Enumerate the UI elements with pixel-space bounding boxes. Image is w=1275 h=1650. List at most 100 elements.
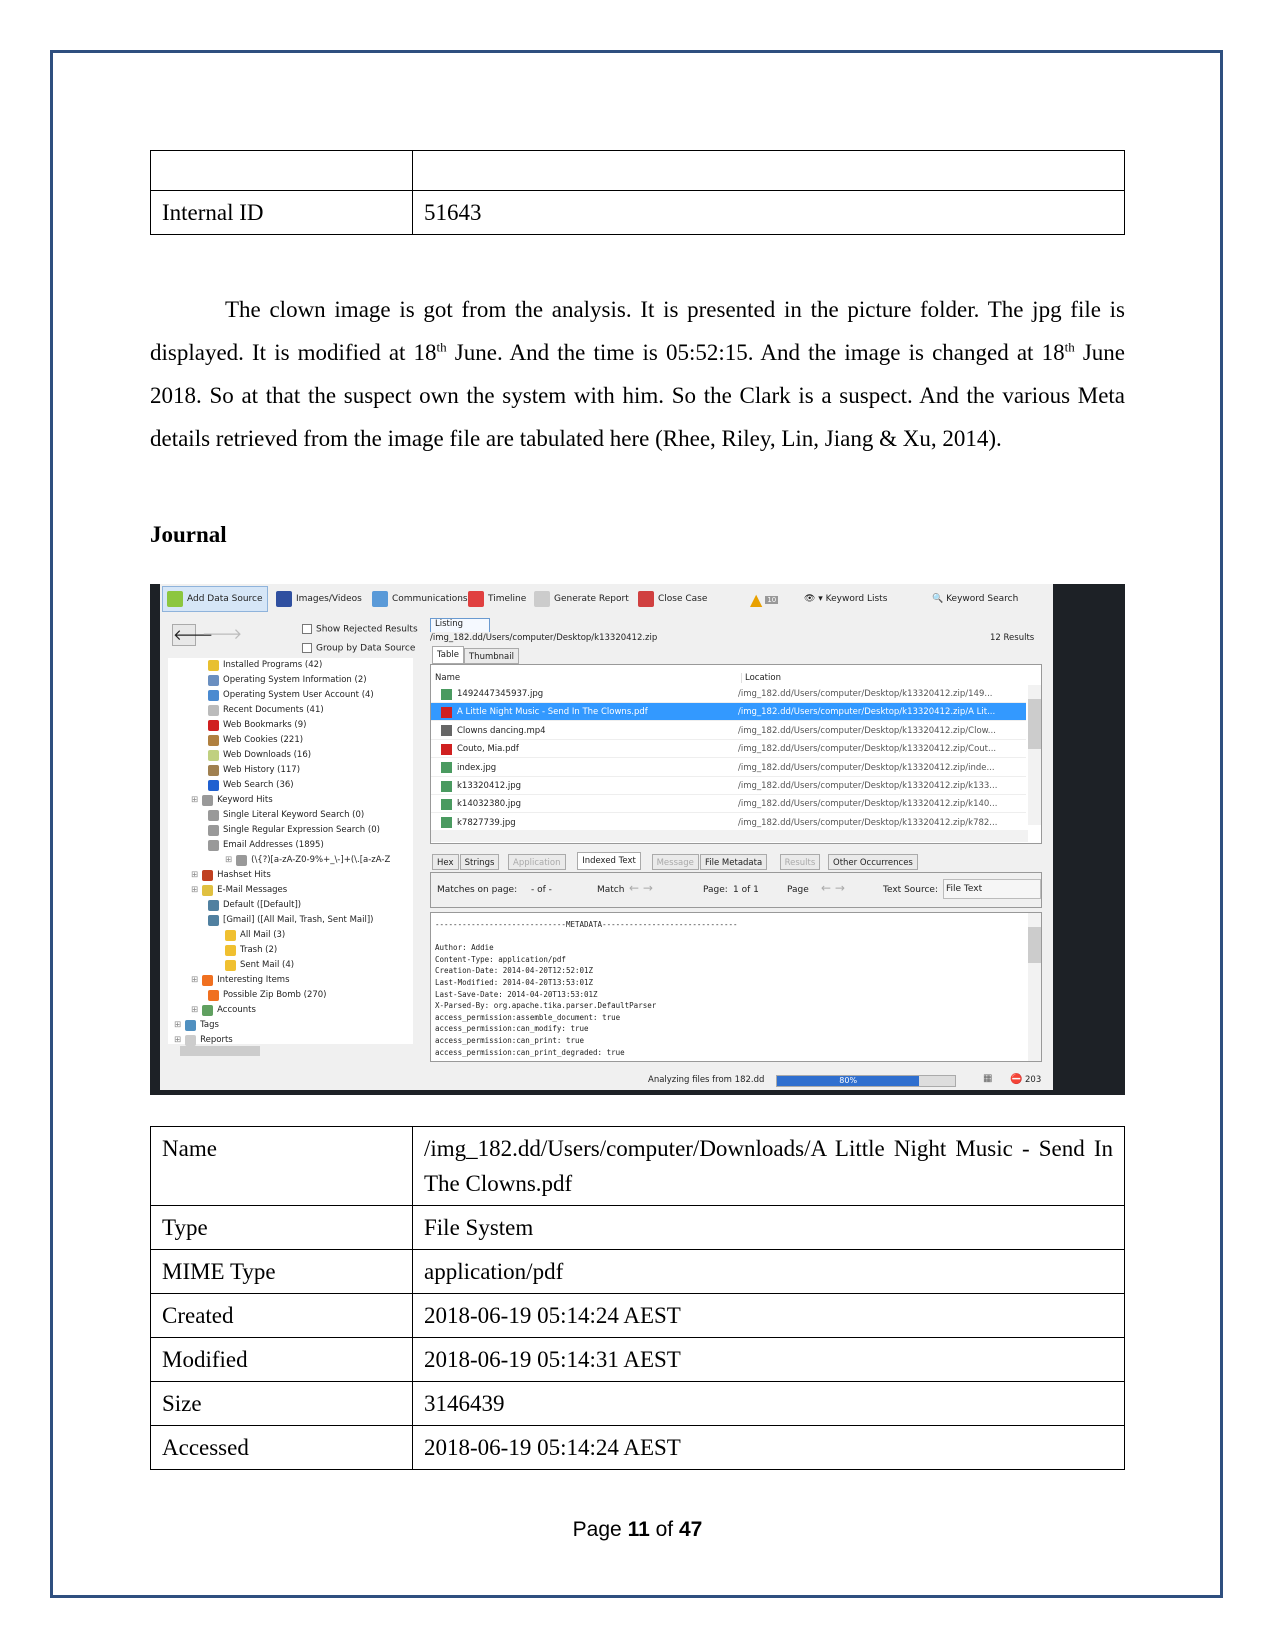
tree-item-label: Web Cookies (221) [223,735,304,745]
tree-hscrollbar[interactable] [180,1046,260,1056]
show-rejected-checkbox[interactable]: Show Rejected Results [302,624,418,635]
file-row[interactable]: k13320412.jpg/img_182.dd/Users/computer/… [431,777,1026,795]
expand-icon[interactable]: ⊞ [191,973,198,988]
tab-other-occurrences[interactable]: Other Occurrences [828,854,918,870]
autopsy-screenshot: ▲ 10 👁 ▾ Keyword Lists 🔍 Keyword Search … [150,584,1125,1095]
tab-hex[interactable]: Hex [432,854,459,870]
expand-icon[interactable]: ⊞ [191,868,198,883]
tree-item[interactable]: Web Bookmarks (9) [208,718,306,733]
add-data-source-button[interactable]: Add Data Source [162,586,268,612]
file-row[interactable]: index.jpg/img_182.dd/Users/computer/Desk… [431,759,1026,777]
tree-item[interactable]: Single Regular Expression Search (0) [208,823,380,838]
tab-indexed-text[interactable]: Indexed Text [577,852,641,870]
file-table-hscrollbar[interactable] [431,830,1028,842]
tree-item[interactable]: Installed Programs (42) [208,658,322,673]
file-row[interactable]: 1492447345937.jpg/img_182.dd/Users/compu… [431,685,1026,703]
back-button[interactable]: 🡐 [172,624,213,646]
progress-label: 80% [777,1076,920,1086]
file-name-cell: Clowns dancing.mp4 [441,722,546,740]
log-icon[interactable]: ▦ [983,1073,992,1084]
node-icon [202,975,214,986]
total-pages: 47 [678,1518,703,1541]
tree-item[interactable]: Operating System Information (2) [208,673,367,688]
tree-item[interactable]: Sent Mail (4) [225,958,294,973]
tree-item[interactable]: Web History (117) [208,763,300,778]
file-row[interactable]: Clowns dancing.mp4/img_182.dd/Users/comp… [431,722,1026,740]
tree-scrollbar[interactable] [413,658,425,1044]
tree-item[interactable]: ⊞ Interesting Items [191,973,290,988]
alert-button[interactable]: ▲ 10 [750,590,779,609]
error-count: 203 [1025,1075,1042,1085]
images-videos-button[interactable]: Images/Videos [272,586,366,612]
column-location[interactable]: Location [741,673,781,683]
file-row[interactable]: k14032380.jpg/img_182.dd/Users/computer/… [431,795,1026,814]
footer-prefix: Page [572,1518,628,1541]
label-cell: Accessed [150,1425,413,1470]
tab-file-metadata[interactable]: File Metadata [700,854,768,870]
node-icon [225,960,236,971]
node-icon [202,795,214,806]
expand-icon[interactable]: ⊞ [191,1003,198,1018]
tree-item[interactable]: ⊞ Keyword Hits [191,793,273,808]
expand-icon[interactable]: ⊞ [191,883,198,898]
tree-item[interactable]: Trash (2) [225,943,277,958]
tree-item[interactable]: ⊞ (\{?)[a-zA-Z0-9%+_\-]+(\.[a-zA-Z [225,853,390,868]
file-row[interactable]: A Little Night Music - Send In The Clown… [431,703,1026,722]
keyword-search-button[interactable]: 🔍 Keyword Search [932,594,1018,604]
generate-report-button[interactable]: Generate Report [530,586,633,612]
file-row[interactable]: Couto, Mia.pdf/img_182.dd/Users/computer… [431,740,1026,759]
results-count: 12 Results [990,633,1035,643]
directory-tree[interactable]: Installed Programs (42) Operating System … [168,658,413,1046]
error-icon[interactable]: ⛔ [1010,1074,1022,1085]
text-source-select[interactable]: File Text [943,879,1041,899]
page-nav-arrows[interactable]: ← → [821,881,845,895]
tab-strings[interactable]: Strings [459,854,500,870]
tab-table[interactable]: Table [432,646,464,664]
tab-thumbnail[interactable]: Thumbnail [463,648,519,664]
tree-item[interactable]: Web Search (36) [208,778,294,793]
indexed-text-area[interactable]: -----------------------------METADATA---… [430,912,1042,1062]
timeline-icon [468,591,484,607]
tree-item[interactable]: ⊞ Tags [174,1018,219,1033]
tree-item[interactable]: Web Cookies (221) [208,733,303,748]
tree-item[interactable]: All Mail (3) [225,928,285,943]
tab-results[interactable]: Results [779,854,821,870]
tree-item-label: E-Mail Messages [217,885,288,895]
expand-icon[interactable]: ⊞ [225,853,232,868]
page2-label: Page [787,885,809,895]
node-icon [208,780,219,791]
tab-message[interactable]: Message [651,854,699,870]
column-name[interactable]: Name [435,673,460,683]
forward-button[interactable]: 🡒 [202,624,242,646]
footer-mid: of [649,1518,679,1541]
tree-item[interactable]: ⊞ Hashset Hits [191,868,271,883]
tree-item[interactable]: Email Addresses (1895) [208,838,324,853]
tab-application[interactable]: Application [508,854,566,870]
communications-button[interactable]: Communications [368,586,472,612]
tree-item[interactable]: [Gmail] ([All Mail, Trash, Sent Mail]) [208,913,374,928]
node-icon [202,870,214,881]
keyword-lists-button[interactable]: 👁 ▾ Keyword Lists [804,594,887,604]
node-icon [225,930,236,941]
expand-icon[interactable]: ⊞ [191,793,198,808]
tree-item[interactable]: Single Literal Keyword Search (0) [208,808,364,823]
table-row: Created 2018-06-19 05:14:24 AEST [150,1293,1125,1338]
tree-item[interactable]: ⊞ Accounts [191,1003,256,1018]
file-location: /img_182.dd/Users/computer/Desktop/k1332… [738,725,996,736]
tree-item[interactable]: Possible Zip Bomb (270) [208,988,326,1003]
tree-item[interactable]: Default ([Default]) [208,898,301,913]
group-by-checkbox[interactable]: Group by Data Source [302,643,415,654]
tree-item-label: [Gmail] ([All Mail, Trash, Sent Mail]) [223,915,374,925]
tree-item[interactable]: ⊞ E-Mail Messages [191,883,287,898]
timeline-button[interactable]: Timeline [464,586,530,612]
tree-item[interactable]: Recent Documents (41) [208,703,324,718]
tree-item[interactable]: Web Downloads (16) [208,748,311,763]
listing-tab[interactable]: Listing [430,618,490,632]
close-case-button[interactable]: Close Case [634,586,711,612]
match-nav-arrows[interactable]: ← → [629,881,653,895]
label-cell: Created [150,1293,413,1338]
file-table-scrollbar[interactable] [1028,685,1041,825]
expand-icon[interactable]: ⊞ [174,1018,181,1033]
tree-item[interactable]: Operating System User Account (4) [208,688,374,703]
text-scrollbar[interactable] [1028,913,1041,1061]
